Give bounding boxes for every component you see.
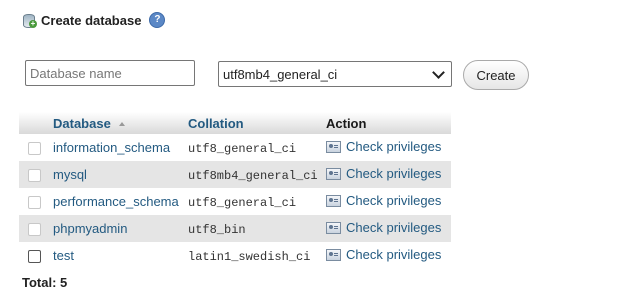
action-cell: Check privileges bbox=[322, 242, 451, 269]
row-checkbox[interactable] bbox=[28, 250, 41, 264]
table-row: information_schema utf8_general_ci Check… bbox=[19, 134, 451, 161]
header-collation-label: Collation bbox=[188, 115, 244, 131]
collation-value: utf8_general_ci bbox=[188, 141, 297, 156]
check-privileges-label: Check privileges bbox=[346, 193, 442, 209]
collation-value: utf8_general_ci bbox=[188, 195, 297, 210]
sort-ascending-icon bbox=[118, 122, 125, 127]
table-row: test latin1_swedish_ci Check privileges bbox=[19, 242, 451, 269]
check-privileges-label: Check privileges bbox=[346, 166, 442, 182]
header-check-column bbox=[19, 112, 49, 134]
row-checkbox-cell bbox=[19, 215, 49, 242]
database-link[interactable]: test bbox=[53, 248, 74, 263]
row-checkbox[interactable] bbox=[28, 142, 41, 156]
row-checkbox-cell bbox=[19, 161, 49, 188]
row-checkbox-cell bbox=[19, 188, 49, 215]
databases-table: Database Collation Action information_sc… bbox=[19, 112, 451, 269]
database-name-input[interactable] bbox=[25, 60, 195, 86]
privileges-icon bbox=[326, 140, 341, 153]
collation-value: utf8_bin bbox=[188, 222, 246, 237]
header-collation[interactable]: Collation bbox=[184, 112, 322, 134]
collation-value: utf8mb4_general_ci bbox=[188, 168, 318, 183]
database-add-icon: + bbox=[22, 12, 37, 28]
check-privileges-label: Check privileges bbox=[346, 220, 442, 236]
header-database[interactable]: Database bbox=[49, 112, 184, 134]
action-cell: Check privileges bbox=[322, 134, 451, 161]
check-privileges-link[interactable]: Check privileges bbox=[326, 139, 441, 154]
database-cell: information_schema bbox=[49, 134, 184, 161]
create-database-title: Create database bbox=[41, 12, 142, 28]
header-database-label: Database bbox=[53, 115, 111, 131]
database-link[interactable]: performance_schema bbox=[53, 194, 179, 209]
row-checkbox[interactable] bbox=[28, 169, 41, 183]
collation-select[interactable]: utf8mb4_general_ci bbox=[218, 61, 452, 87]
table-row: performance_schema utf8_general_ci Check… bbox=[19, 188, 451, 215]
collation-cell: utf8_general_ci bbox=[184, 134, 322, 161]
database-link[interactable]: phpmyadmin bbox=[53, 221, 127, 236]
privileges-icon bbox=[326, 221, 341, 234]
check-privileges-link[interactable]: Check privileges bbox=[326, 193, 441, 208]
table-row: mysql utf8mb4_general_ci Check privilege… bbox=[19, 161, 451, 188]
check-privileges-link[interactable]: Check privileges bbox=[326, 247, 441, 262]
collation-cell: utf8_bin bbox=[184, 215, 322, 242]
collation-cell: utf8mb4_general_ci bbox=[184, 161, 322, 188]
collation-cell: utf8_general_ci bbox=[184, 188, 322, 215]
action-cell: Check privileges bbox=[322, 161, 451, 188]
database-cell: phpmyadmin bbox=[49, 215, 184, 242]
collation-select-value: utf8mb4_general_ci bbox=[223, 66, 338, 82]
table-row: phpmyadmin utf8_bin Check privileges bbox=[19, 215, 451, 242]
privileges-icon bbox=[326, 167, 341, 180]
collation-value: latin1_swedish_ci bbox=[188, 249, 311, 264]
header-action: Action bbox=[322, 112, 451, 134]
create-button[interactable]: Create bbox=[463, 60, 529, 90]
privileges-icon bbox=[326, 248, 341, 261]
check-privileges-label: Check privileges bbox=[346, 139, 442, 155]
check-privileges-link[interactable]: Check privileges bbox=[326, 220, 441, 235]
database-cell: mysql bbox=[49, 161, 184, 188]
row-checkbox-cell bbox=[19, 242, 49, 269]
action-cell: Check privileges bbox=[322, 188, 451, 215]
database-link[interactable]: mysql bbox=[53, 167, 87, 182]
total-count: Total: 5 bbox=[22, 275, 68, 290]
database-cell: performance_schema bbox=[49, 188, 184, 215]
create-database-form: utf8mb4_general_ci Create bbox=[25, 60, 545, 90]
check-privileges-link[interactable]: Check privileges bbox=[326, 166, 441, 181]
database-cell: test bbox=[49, 242, 184, 269]
help-icon[interactable]: ? bbox=[149, 12, 166, 28]
collation-cell: latin1_swedish_ci bbox=[184, 242, 322, 269]
check-privileges-label: Check privileges bbox=[346, 247, 442, 263]
table-header-row: Database Collation Action bbox=[19, 112, 451, 134]
row-checkbox[interactable] bbox=[28, 223, 41, 237]
row-checkbox-cell bbox=[19, 134, 49, 161]
privileges-icon bbox=[326, 194, 341, 207]
create-database-header: + Create database ? bbox=[22, 10, 166, 30]
chevron-down-icon bbox=[432, 65, 445, 79]
action-cell: Check privileges bbox=[322, 215, 451, 242]
database-link[interactable]: information_schema bbox=[53, 140, 170, 155]
row-checkbox[interactable] bbox=[28, 196, 41, 210]
